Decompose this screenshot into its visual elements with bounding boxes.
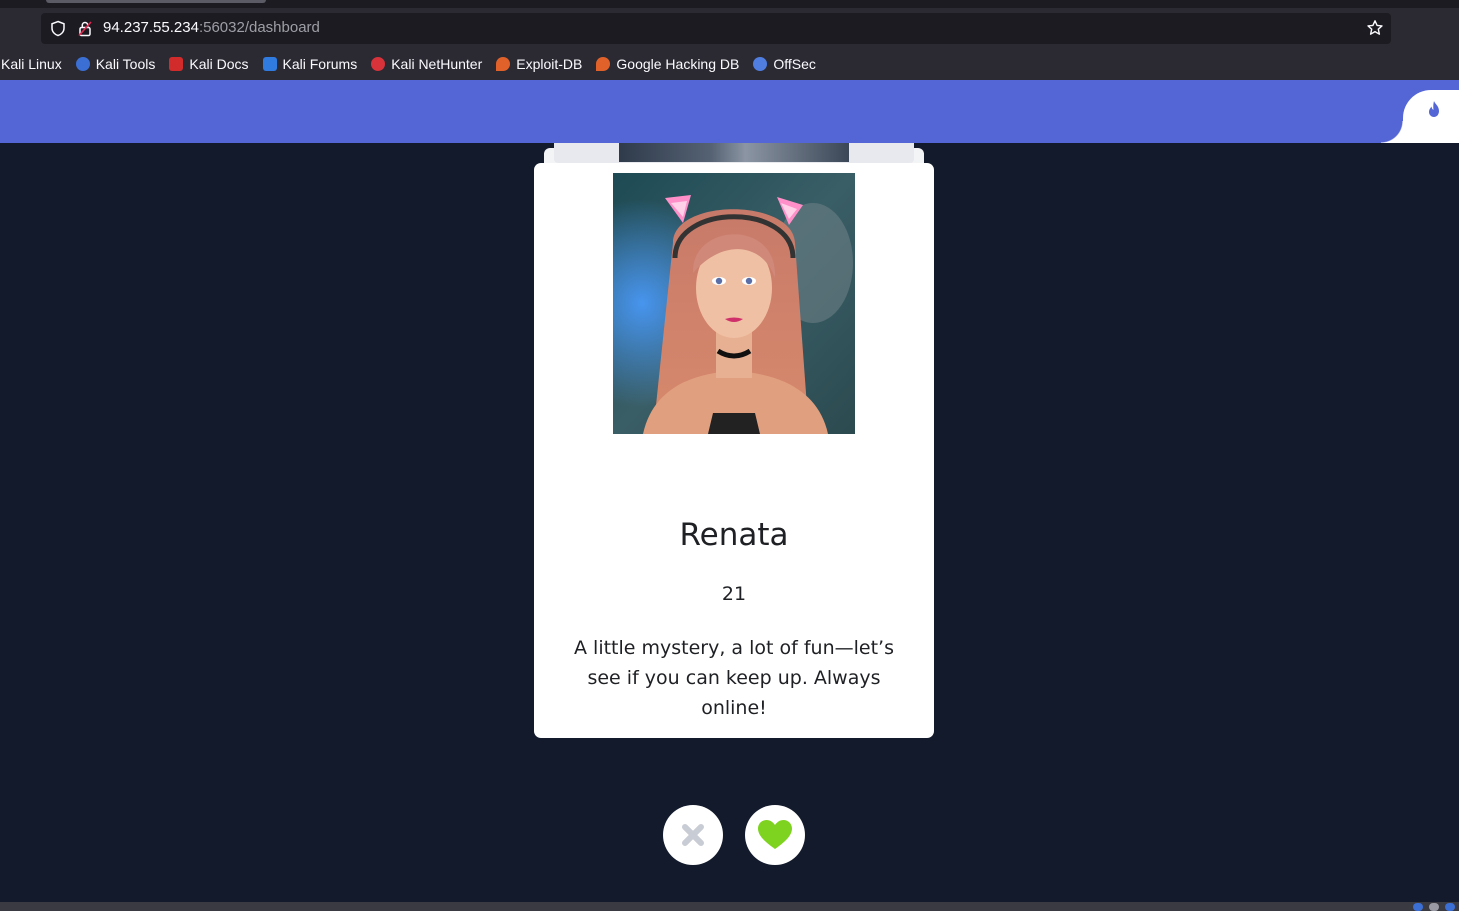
bookmark-exploit-db[interactable]: Exploit-DB [488,52,588,76]
profile-photo [613,173,855,434]
app-header [0,80,1459,143]
bookmark-kali-tools[interactable]: Kali Tools [68,52,162,76]
tray-icon[interactable] [1445,903,1455,911]
tab-strip [0,0,1459,8]
system-tray [1413,903,1455,911]
bookmark-label: Google Hacking DB [616,56,740,72]
tray-icon[interactable] [1413,903,1423,911]
bookmark-google-hacking-db[interactable]: Google Hacking DB [588,52,745,76]
bookmark-label: Kali Tools [95,56,156,72]
status-bar [0,902,1459,911]
bookmark-label: Kali Linux [1,56,62,72]
bookmark-kali-forums[interactable]: Kali Forums [255,52,364,76]
bookmarks-toolbar: Kali Linux Kali Tools Kali Docs Kali For… [0,52,1459,76]
next-card-photo [619,143,849,162]
tray-icon[interactable] [1429,903,1439,911]
kali-tools-icon [75,57,90,71]
ghdb-icon [596,57,611,71]
bookmark-label: Kali Forums [282,56,358,72]
bookmark-label: OffSec [773,56,816,72]
bookmark-label: Kali Docs [189,56,249,72]
exploit-db-icon [496,57,511,71]
close-icon [682,824,704,846]
insecure-lock-icon[interactable] [77,20,93,37]
nethunter-icon [371,57,386,71]
kali-forums-icon [262,57,277,71]
profile-age: 21 [721,583,747,605]
url-path: :56032/dashboard [198,19,320,36]
profile-name: Renata [679,517,789,553]
bookmark-kali-linux[interactable]: Kali Linux [0,52,68,76]
bookmark-kali-nethunter[interactable]: Kali NetHunter [363,52,488,76]
profile-bio: A little mystery, a lot of fun—let’s see… [574,637,894,719]
nope-button[interactable] [663,805,723,865]
kali-docs-icon [169,57,184,71]
bookmark-star-icon[interactable] [1366,19,1384,37]
bookmark-kali-docs[interactable]: Kali Docs [161,52,254,76]
brand-badge[interactable] [1381,90,1459,143]
url-host: 94.237.55.234 [103,19,199,36]
heart-icon [758,820,792,849]
active-tab[interactable] [46,0,266,3]
tracking-protection-icon[interactable] [50,20,66,37]
address-bar[interactable]: 94.237.55.234:56032/dashboard [41,13,1391,44]
url-text[interactable]: 94.237.55.234:56032/dashboard [103,19,320,36]
bookmark-label: Exploit-DB [516,56,583,72]
profile-card[interactable]: Renata 21 A little mystery, a lot of fun… [534,163,934,738]
bookmark-label: Kali NetHunter [391,56,483,72]
browser-toolbar: 94.237.55.234:56032/dashboard Kali Linux… [0,0,1459,80]
like-button[interactable] [745,805,805,865]
flame-icon [1429,101,1439,117]
offsec-icon [753,57,768,71]
bookmark-offsec[interactable]: OffSec [745,52,822,76]
